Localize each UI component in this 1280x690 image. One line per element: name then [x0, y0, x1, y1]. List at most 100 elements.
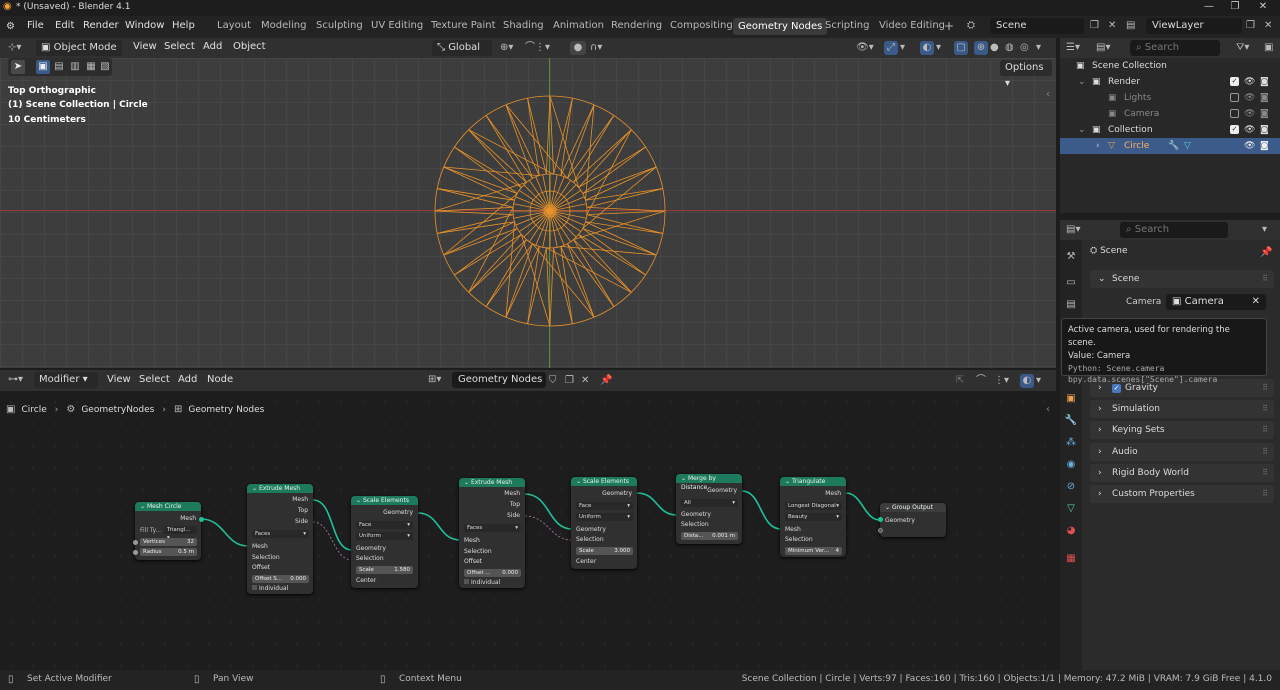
parent-node-tree-icon[interactable]: ⇱ [956, 374, 964, 388]
outliner-search-input[interactable]: ⌕ Search [1130, 40, 1220, 56]
min-vertices-field[interactable]: Minimum Ver... 4 [785, 547, 842, 555]
extrude-mode-dropdown[interactable]: Faces ▾ [252, 530, 309, 538]
offset-scale-field[interactable]: Offset ... 0.000 [464, 569, 521, 577]
blender-menu-icon[interactable]: ⚙ [6, 20, 15, 34]
panel-keying-sets[interactable]: › Keying Sets ⠿ [1090, 421, 1274, 439]
panel-custom-properties[interactable]: › Custom Properties ⠿ [1090, 485, 1274, 503]
panel-scene[interactable]: ⌄ Scene ⠿ [1090, 270, 1274, 288]
individual-checkbox[interactable]: Individual [464, 579, 500, 586]
outliner-item-scene-collection[interactable]: ▣ Scene Collection [1060, 58, 1280, 74]
menu-file[interactable]: File [27, 20, 44, 31]
node-tree-type-dropdown[interactable]: Modifier ▾ [34, 372, 98, 388]
scale-field[interactable]: Scale 3.000 [576, 547, 633, 555]
falloff-icon[interactable]: ∩▾ [590, 41, 602, 55]
duplicate-group-icon[interactable]: ❐ [565, 374, 574, 388]
tab-rendering[interactable]: Rendering [611, 20, 662, 31]
snap-icon[interactable]: ⌒⋮▾ [525, 41, 550, 55]
tab-sculpting[interactable]: Sculpting [316, 20, 363, 31]
new-scene-icon[interactable]: ❐ [1090, 19, 1099, 33]
select-subtract-icon[interactable]: ▥ [68, 60, 82, 74]
quad-method-dropdown[interactable]: Longest Diagonal ▾ [785, 502, 842, 510]
object-tab-icon[interactable]: ▣ [1064, 392, 1078, 406]
pin-properties-icon[interactable]: 📌 [1260, 246, 1272, 260]
proportional-edit-icon[interactable]: ● [570, 41, 586, 55]
camera-render-icon[interactable]: ◙ [1260, 138, 1269, 154]
select-intersect-icon[interactable]: ▧ [98, 60, 112, 74]
node-triangulate[interactable]: ⌄ Triangulate Mesh Longest Diagonal ▾ Bea… [780, 477, 846, 557]
constraints-tab-icon[interactable]: ⊘ [1064, 480, 1078, 494]
outliner-item-camera[interactable]: ▣ Camera 👁 ◙ [1060, 106, 1280, 122]
material-shading-icon[interactable]: ◍ [1005, 41, 1014, 55]
expand-icon[interactable]: ⌄ [1078, 74, 1086, 90]
menu-render[interactable]: Render [83, 20, 119, 31]
modifier-wrench-icon[interactable]: 🔧 [1168, 138, 1179, 154]
properties-search-input[interactable]: ⌕ Search [1120, 222, 1228, 238]
snap-nodes-icon[interactable]: ⌒ [976, 374, 986, 388]
scale-mode-dropdown[interactable]: Uniform ▾ [356, 532, 413, 540]
node-group-name-field[interactable]: Geometry Nodes [452, 372, 546, 388]
domain-dropdown[interactable]: Face ▾ [356, 521, 413, 529]
scale-field[interactable]: Scale 1.580 [356, 566, 413, 574]
camera-render-icon[interactable]: ◙ [1260, 122, 1269, 138]
node-extrude-mesh-2[interactable]: ⌄ Extrude Mesh Mesh Top Side Faces ▾ Mesh… [459, 478, 525, 588]
node-group-output[interactable]: ⌄ Group Output Geometry [880, 503, 946, 537]
snap-settings-icon[interactable]: ⋮▾ [994, 374, 1009, 388]
mode-dropdown[interactable]: ▣ Object Mode ▾ [36, 40, 122, 69]
merge-mode-dropdown[interactable]: All ▾ [681, 499, 738, 507]
data-tab-icon[interactable]: ▽ [1064, 502, 1078, 516]
select-new-icon[interactable]: ▣ [36, 60, 50, 74]
panel-audio[interactable]: › Audio ⠿ [1090, 443, 1274, 461]
outliner-item-circle[interactable]: › ▽ Circle 🔧 ▽ 👁 ◙ [1060, 138, 1280, 154]
view-layer-icon[interactable]: ▤ [1126, 19, 1135, 33]
eye-icon[interactable]: 👁 [1244, 74, 1255, 90]
editor-type-icon[interactable]: ⊹▾ [8, 41, 21, 55]
viewport-menu-object[interactable]: Object [233, 41, 266, 52]
tab-shading[interactable]: Shading [503, 20, 544, 31]
viewport-menu-select[interactable]: Select [164, 41, 195, 52]
transform-orientation-dropdown[interactable]: ⤡ Global ▾ [432, 40, 492, 69]
node-menu-view[interactable]: View [107, 374, 131, 385]
clear-camera-icon[interactable]: ✕ [1252, 294, 1260, 310]
camera-render-icon[interactable]: ◙ [1260, 106, 1269, 122]
menu-edit[interactable]: Edit [55, 20, 74, 31]
close-window-icon[interactable]: ✕ [1250, 1, 1276, 12]
maximize-icon[interactable]: ❐ [1222, 1, 1248, 12]
filter-icon[interactable]: ⛛▾ [1236, 41, 1249, 55]
radius-field[interactable]: Radius 0.5 m [140, 548, 197, 556]
viewport-menu-add[interactable]: Add [203, 41, 222, 52]
tab-modeling[interactable]: Modeling [261, 20, 307, 31]
node-editor-type-icon[interactable]: ⊶▾ [8, 373, 23, 387]
tab-compositing[interactable]: Compositing [670, 20, 733, 31]
tab-texture-paint[interactable]: Texture Paint [431, 20, 496, 31]
scene-selector-icon[interactable]: ⛭ [967, 19, 975, 33]
include-checkbox[interactable] [1230, 109, 1239, 118]
distance-field[interactable]: Dista... 0.001 m [681, 532, 738, 540]
node-scale-elements-2[interactable]: ⌄ Scale Elements Geometry Face ▾ Uniform ▾… [571, 477, 637, 569]
include-checkbox[interactable] [1230, 93, 1239, 102]
eye-icon[interactable]: 👁 [1244, 138, 1255, 154]
camera-render-icon[interactable]: ◙ [1260, 90, 1269, 106]
node-group-browse-icon[interactable]: ⊞▾ [428, 373, 441, 387]
node-scale-elements-1[interactable]: ⌄ Scale Elements Geometry Face ▾ Uniform ▾… [351, 496, 418, 588]
node-menu-node[interactable]: Node [207, 374, 233, 385]
menu-window[interactable]: Window [125, 20, 164, 31]
scale-mode-dropdown[interactable]: Uniform ▾ [576, 513, 633, 521]
tab-layout[interactable]: Layout [217, 20, 251, 31]
properties-options-icon[interactable]: ▾ [1262, 223, 1267, 237]
node-overlays-icon[interactable]: ◐ [1020, 374, 1034, 388]
3d-viewport[interactable]: ➤ ▣ ▤ ▥ ▦ ▧ Top Orthographic (1) Scene C… [0, 58, 1056, 368]
rendered-shading-icon[interactable]: ◎ [1020, 41, 1029, 55]
node-mesh-circle[interactable]: ⌄ Mesh Circle Mesh Fill Ty... Triangl...… [135, 502, 201, 560]
socket-input-vertices[interactable] [133, 540, 138, 545]
domain-dropdown[interactable]: Face ▾ [576, 502, 633, 510]
include-checkbox[interactable]: ✓ [1230, 77, 1239, 86]
socket-output-mesh[interactable] [199, 517, 204, 522]
delete-scene-icon[interactable]: ✕ [1108, 19, 1116, 33]
delete-view-layer-icon[interactable]: ✕ [1264, 19, 1272, 33]
extrude-mode-dropdown[interactable]: Faces ▾ [464, 524, 521, 532]
new-view-layer-icon[interactable]: ❐ [1246, 19, 1255, 33]
gizmo-icon[interactable]: ⤢ [884, 41, 898, 55]
material-tab-icon[interactable]: ◕ [1064, 524, 1078, 538]
eye-icon[interactable]: 👁 [1244, 106, 1255, 122]
pivot-icon[interactable]: ⊕▾ [500, 41, 513, 55]
